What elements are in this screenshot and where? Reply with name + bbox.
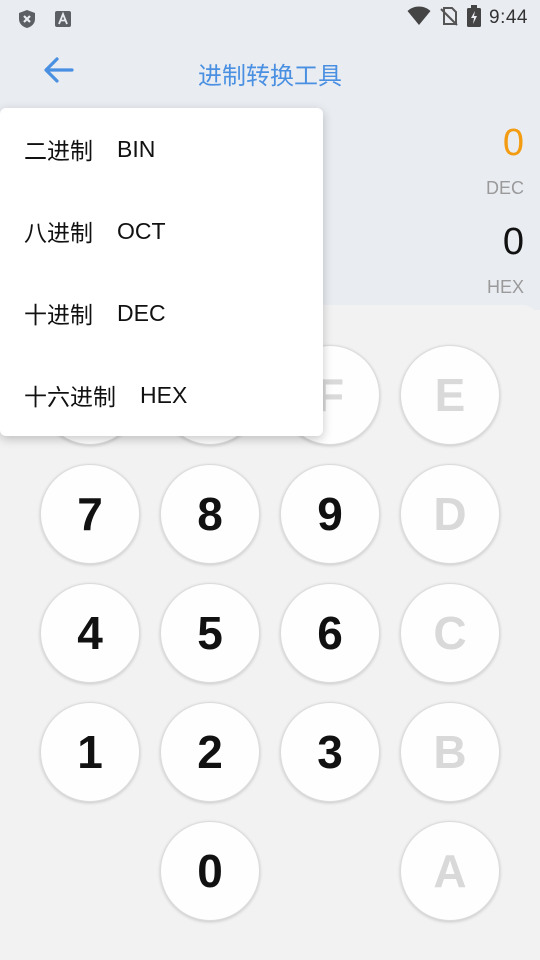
menu-item-code: OCT [117, 217, 166, 244]
key-6[interactable]: 6 [280, 583, 380, 683]
page-title: 进制转换工具 [198, 62, 342, 90]
key-5[interactable]: 5 [160, 583, 260, 683]
menu-item-hex[interactable]: 十六进制 HEX [0, 354, 323, 436]
key-e[interactable]: E [400, 345, 500, 445]
text-a-icon [52, 8, 74, 30]
key-7[interactable]: 7 [40, 464, 140, 564]
key-2[interactable]: 2 [160, 702, 260, 802]
shield-x-icon [16, 8, 38, 30]
key-8[interactable]: 8 [160, 464, 260, 564]
menu-item-name: 十进制 [24, 303, 93, 329]
key-4[interactable]: 4 [40, 583, 140, 683]
dec-result-value: 0 [502, 122, 524, 164]
key-a[interactable]: A [400, 821, 500, 921]
status-time: 9:44 [489, 7, 528, 28]
menu-item-code: HEX [140, 381, 188, 408]
menu-item-name: 二进制 [24, 139, 93, 165]
key-c[interactable]: C [400, 583, 500, 683]
menu-item-oct[interactable]: 八进制 OCT [0, 190, 323, 272]
key-1[interactable]: 1 [40, 702, 140, 802]
hex-result-value: 0 [502, 221, 524, 263]
key-b[interactable]: B [400, 702, 500, 802]
menu-item-dec[interactable]: 十进制 DEC [0, 272, 323, 354]
key-3[interactable]: 3 [280, 702, 380, 802]
menu-item-name: 八进制 [24, 221, 93, 247]
no-sim-icon [439, 6, 459, 30]
menu-item-name: 十六进制 [24, 385, 116, 411]
menu-item-code: DEC [117, 299, 166, 326]
wifi-icon [407, 6, 431, 30]
app-bar: 进制转换工具 [0, 36, 540, 108]
menu-item-code: BIN [117, 135, 156, 162]
key-d[interactable]: D [400, 464, 500, 564]
battery-charging-icon [467, 5, 482, 31]
status-bar: 9:44 [0, 0, 540, 36]
base-select-menu: 二进制 BIN 八进制 OCT 十进制 DEC 十六进制 HEX [0, 108, 323, 436]
menu-item-bin[interactable]: 二进制 BIN [0, 108, 323, 190]
key-9[interactable]: 9 [280, 464, 380, 564]
key-0[interactable]: 0 [160, 821, 260, 921]
hex-result-label: HEX [486, 277, 524, 297]
dec-result-label: DEC [485, 178, 524, 198]
